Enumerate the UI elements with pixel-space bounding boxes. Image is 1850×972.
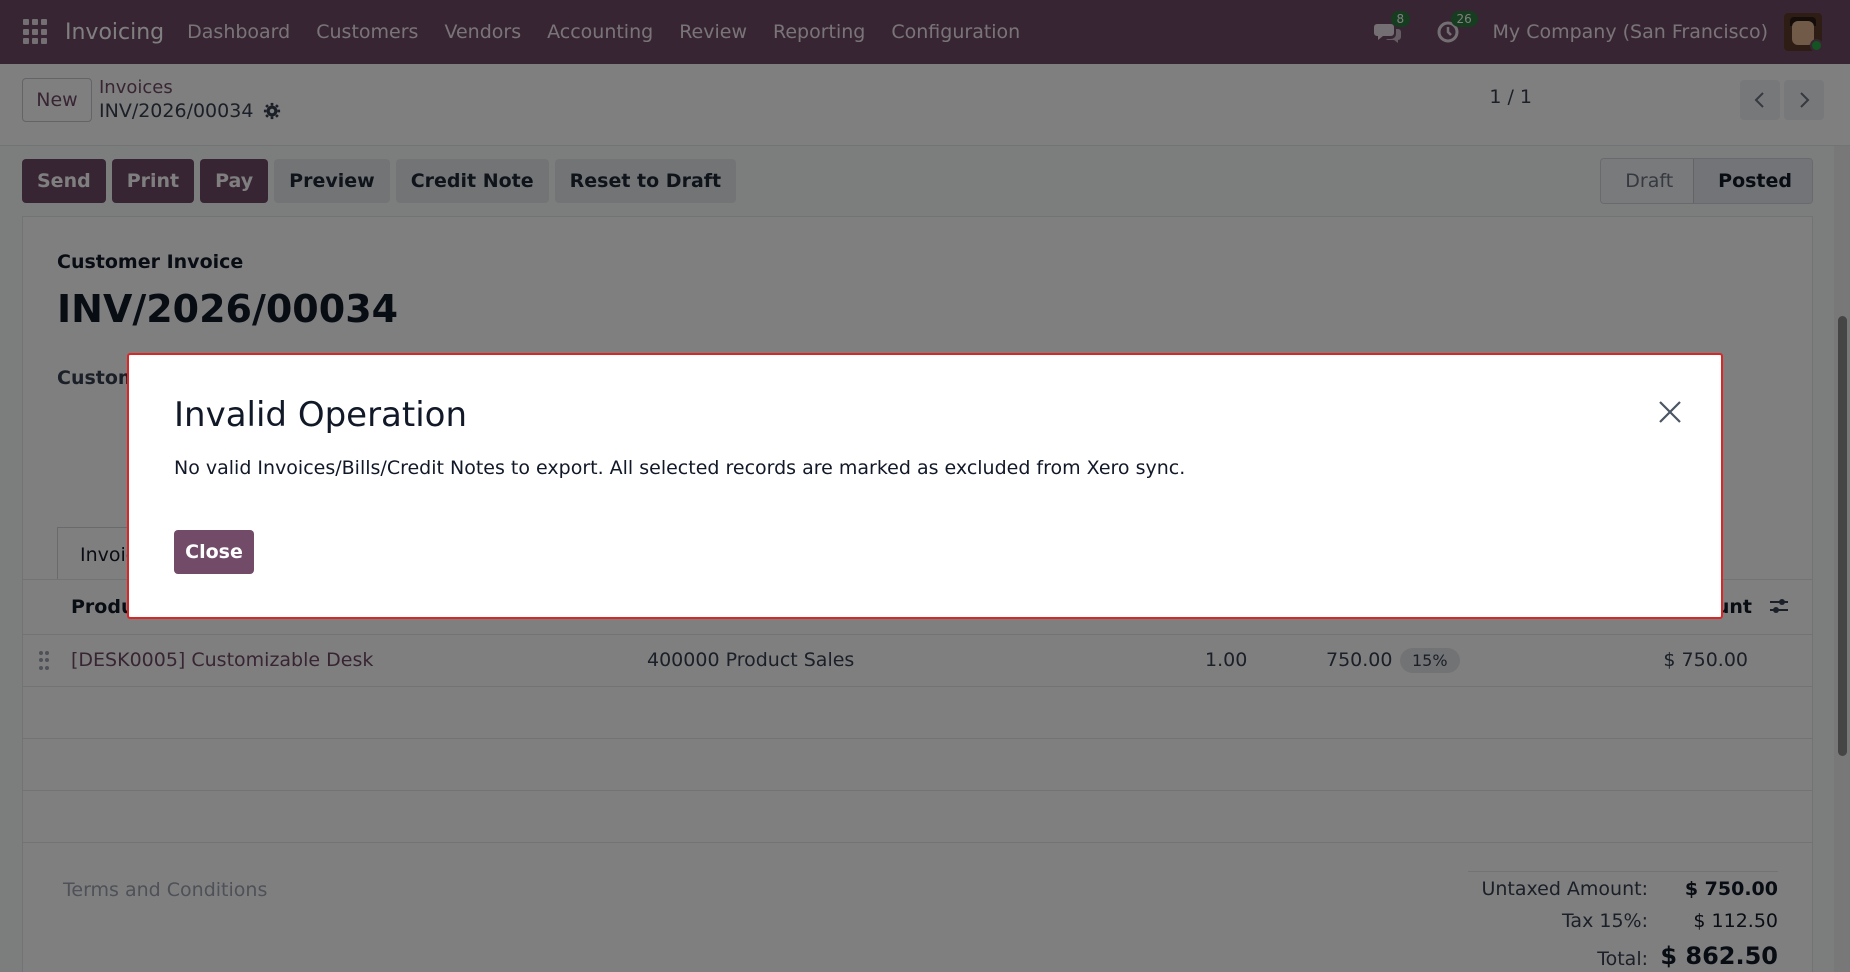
dialog-message: No valid Invoices/Bills/Credit Notes to …	[174, 457, 1186, 479]
invalid-operation-dialog: Invalid Operation No valid Invoices/Bill…	[127, 353, 1723, 619]
close-button[interactable]: Close	[174, 530, 254, 574]
dialog-title: Invalid Operation	[174, 395, 468, 435]
close-icon[interactable]	[1657, 399, 1683, 425]
